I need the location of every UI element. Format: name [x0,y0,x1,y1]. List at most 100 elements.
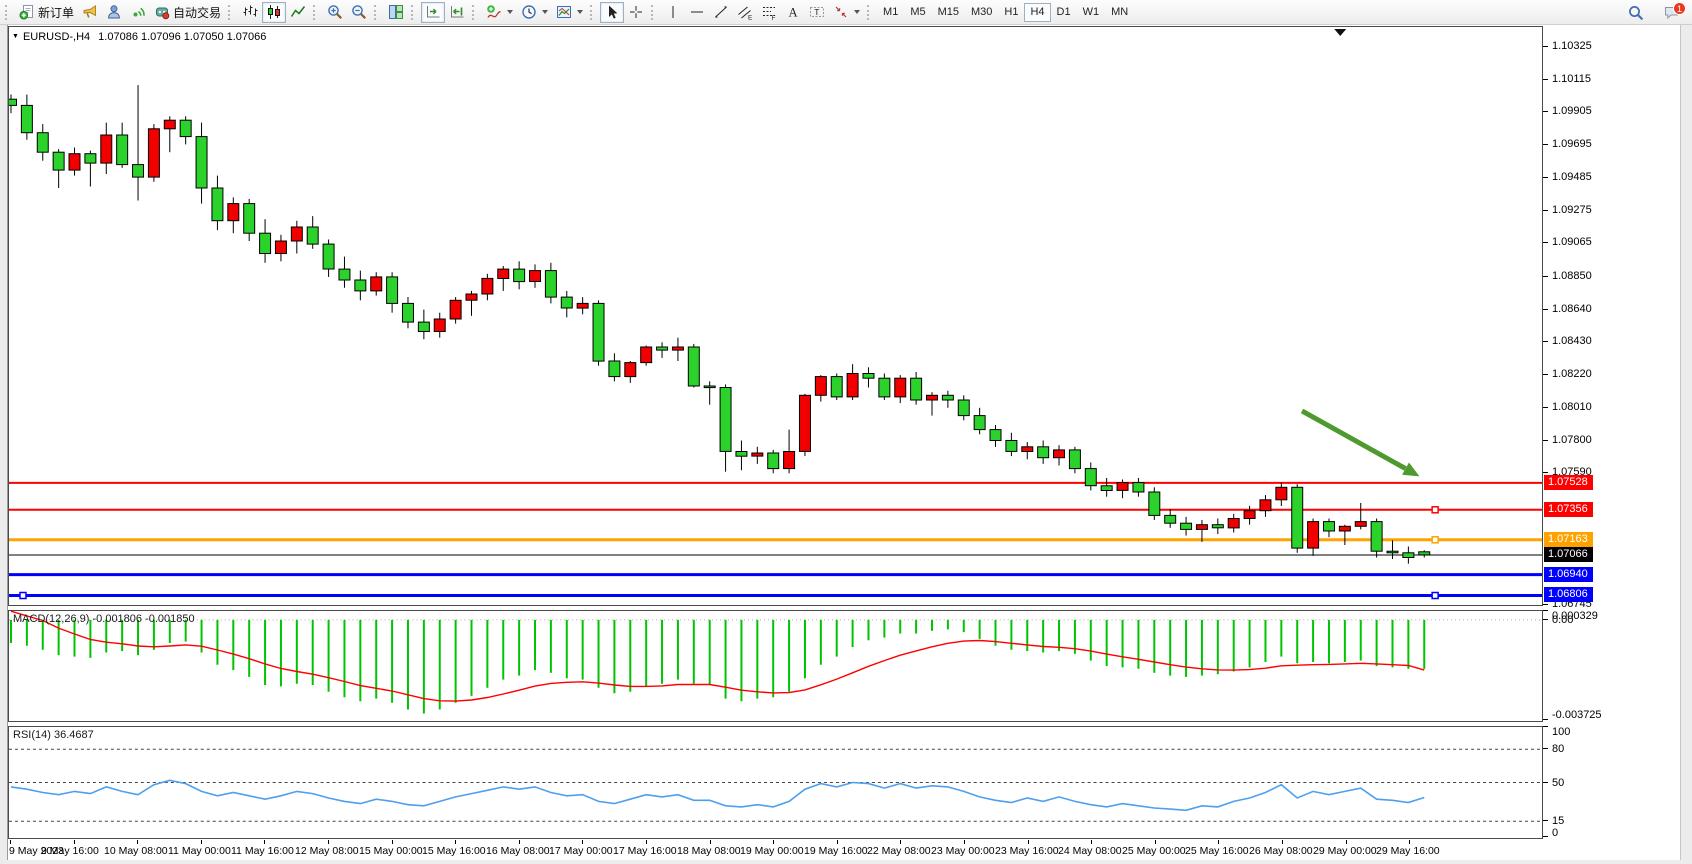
chart-shift-button[interactable] [445,2,469,23]
svg-text:T: T [814,7,819,17]
time-tick [1346,840,1347,844]
macd-chart-canvas[interactable] [9,611,1542,721]
time-tick [773,840,774,844]
bar-chart-icon [242,4,258,20]
rsi-panel[interactable] [8,726,1543,839]
rsi-axis-label: 100 [1552,726,1570,738]
auto-scroll-icon [425,4,441,20]
vertical-line-button[interactable] [661,2,685,23]
candlestick-icon [266,4,282,20]
price-tick-label: 1.08640 [1552,303,1592,315]
tile-windows-button[interactable] [384,2,408,23]
auto-trading-button[interactable]: 自动交易 [150,2,225,23]
timeframe-h4-label: H4 [1030,6,1044,18]
toolbar-group-scroll [408,0,469,24]
zoom-out-button[interactable] [347,2,371,23]
time-tick-label: 10 May 08:00 [104,845,168,857]
timeframe-m30[interactable]: M30 [965,3,998,22]
alerts-button[interactable] [78,2,102,23]
toolbar-group-draw-tools: EFAT [648,0,864,24]
price-tick [1543,407,1548,408]
crosshair-button[interactable] [624,2,648,23]
price-tick-label: 1.08010 [1552,401,1592,413]
timeframe-w1[interactable]: W1 [1077,3,1106,22]
indicators-button[interactable] [482,2,517,23]
price-line-tag[interactable]: 1.06806 [1544,587,1593,602]
time-tick [582,840,583,844]
price-line-tag[interactable]: 1.07528 [1544,475,1593,490]
auto-scroll-button[interactable] [421,2,445,23]
price-line-tag[interactable]: 1.06940 [1544,567,1593,582]
price-line-tag[interactable]: 1.07163 [1544,532,1593,547]
macd-indicator-label: MACD(12,26,9) -0.001806 -0.001850 [13,613,195,625]
chevron-down-icon[interactable] [542,10,548,14]
timeframe-m15[interactable]: M15 [932,3,965,22]
chevron-down-icon[interactable] [507,10,513,14]
timeframe-h4[interactable]: H4 [1024,3,1050,22]
text-label-button[interactable]: T [805,2,829,23]
price-tick-label: 1.08430 [1552,335,1592,347]
fibonacci-button[interactable]: F [757,2,781,23]
chevron-down-icon[interactable] [854,10,860,14]
timeframe-w1-label: W1 [1083,6,1100,18]
timeframe-mn[interactable]: MN [1105,3,1134,22]
candlestick-chart-button[interactable] [262,2,286,23]
bar-chart-button[interactable] [238,2,262,23]
periods-button[interactable] [517,2,552,23]
time-tick-label: 12 May 08:00 [295,845,359,857]
macd-panel[interactable] [8,610,1543,722]
line-chart-button[interactable] [286,2,310,23]
candlestick-chart-canvas[interactable] [9,27,1542,605]
arrows-button[interactable] [829,2,864,23]
search-button[interactable] [1624,2,1648,23]
fibonacci-icon: F [761,4,777,20]
new-order-button[interactable]: 新订单 [15,2,78,23]
macd-tick [1543,610,1548,611]
price-tick [1543,604,1548,605]
price-line-tag[interactable]: 1.07356 [1544,502,1593,517]
timeframe-m5-label: M5 [910,6,925,18]
window-bottom-edge [0,860,1692,864]
rsi-tick [1543,782,1548,783]
time-tick [10,840,11,844]
time-axis[interactable]: 9 May 20239 May 16:0010 May 08:0011 May … [8,840,1543,860]
chat-button[interactable]: 1 [1658,2,1686,23]
cursor-button[interactable] [600,2,624,23]
rsi-chart-canvas[interactable] [9,727,1542,838]
zoom-in-button[interactable] [323,2,347,23]
time-tick-label: 29 May 16:00 [1376,845,1440,857]
timeframe-d1[interactable]: D1 [1051,3,1077,22]
price-axis[interactable]: 1.103251.101151.099051.096951.094851.092… [1543,26,1680,610]
price-tick [1543,341,1548,342]
timeframe-h1[interactable]: H1 [998,3,1024,22]
time-tick [264,840,265,844]
timeframe-m5[interactable]: M5 [904,3,931,22]
text-button[interactable]: A [781,2,805,23]
signals-button[interactable] [126,2,150,23]
horizontal-line-button[interactable] [685,2,709,23]
price-tick [1543,374,1548,375]
chevron-down-icon[interactable] [577,10,583,14]
trendline-button[interactable] [709,2,733,23]
channel-button[interactable]: E [733,2,757,23]
collapse-icon[interactable]: ▼ [12,33,19,40]
time-tick-label: 19 May 16:00 [804,845,868,857]
time-tick [646,840,647,844]
price-tick [1543,309,1548,310]
time-tick [964,840,965,844]
community-button[interactable] [102,2,126,23]
templates-button[interactable] [552,2,587,23]
vline-icon [665,4,681,20]
time-tick [392,840,393,844]
timeframe-m1[interactable]: M1 [877,3,904,22]
channel-icon: E [737,4,753,20]
community-icon [106,4,122,20]
time-tick-label: 26 May 08:00 [1249,845,1313,857]
macd-value: -0.001806 [92,613,142,625]
price-tick-label: 1.10115 [1552,73,1591,85]
price-tick [1543,210,1548,211]
price-line-tag[interactable]: 1.07066 [1544,547,1593,562]
main-chart-panel[interactable] [8,26,1543,606]
time-tick [1091,840,1092,844]
toolbar-grip [5,5,10,20]
